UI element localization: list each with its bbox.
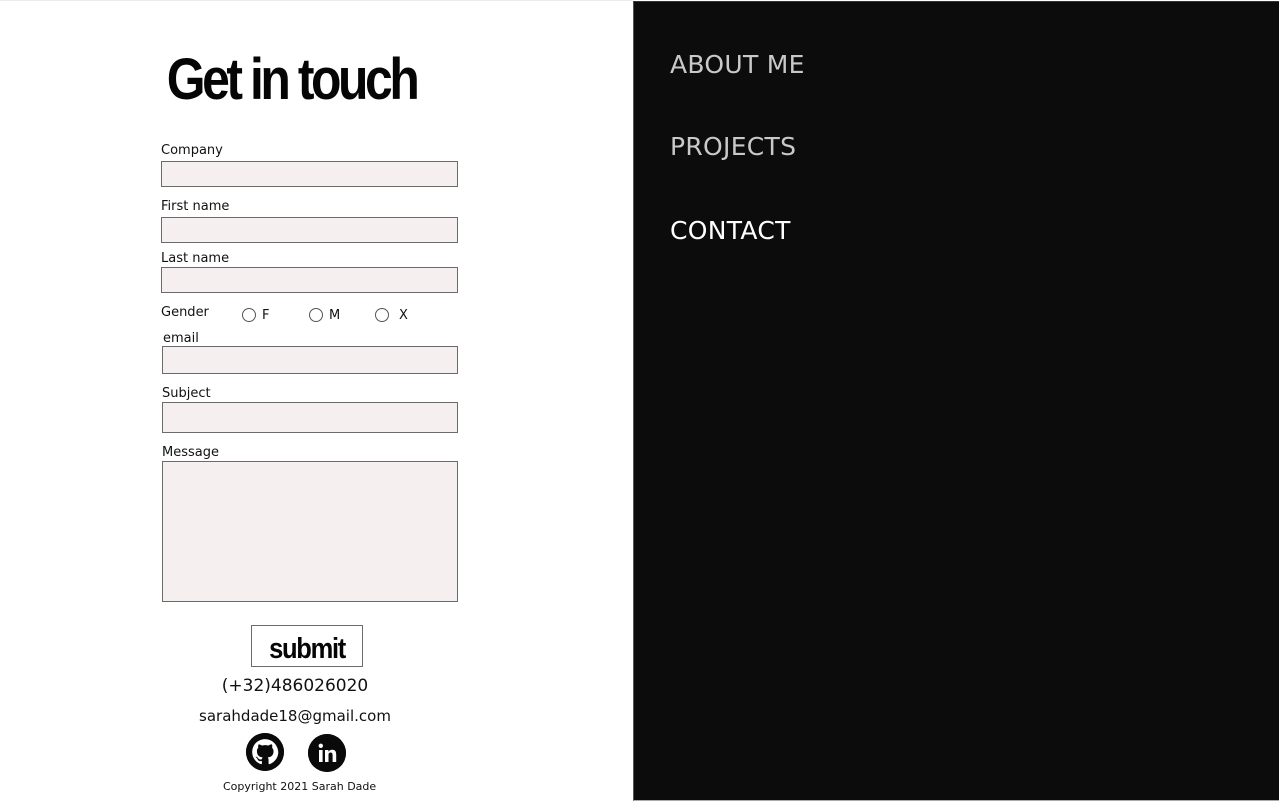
gender-radio-m[interactable] <box>309 308 323 322</box>
gender-option-f-label: F <box>262 308 270 323</box>
company-label: Company <box>161 143 223 158</box>
last-name-label: Last name <box>161 251 230 266</box>
message-label: Message <box>162 445 219 460</box>
copyright-text: Copyright 2021 Sarah Dade <box>223 780 377 793</box>
submit-button[interactable]: submit <box>251 625 363 667</box>
email-input[interactable] <box>162 346 458 374</box>
submit-button-label: submit <box>269 632 346 665</box>
navigation-panel <box>633 1 1279 801</box>
last-name-input[interactable] <box>161 267 458 293</box>
phone-number: (+32)486026020 <box>221 676 369 696</box>
page-title: Get in touch <box>166 47 420 112</box>
email-address: sarahdade18@gmail.com <box>199 707 391 725</box>
first-name-label: First name <box>161 199 230 214</box>
gender-label: Gender <box>161 305 209 320</box>
nav-item-about-me[interactable]: ABOUT ME <box>670 50 805 79</box>
gender-radio-x[interactable] <box>375 308 389 322</box>
github-icon[interactable] <box>246 733 284 771</box>
subject-label: Subject <box>162 386 211 401</box>
gender-option-x-label: X <box>399 308 408 323</box>
first-name-input[interactable] <box>161 217 458 243</box>
nav-item-projects[interactable]: PROJECTS <box>670 132 796 161</box>
subject-input[interactable] <box>162 402 458 433</box>
company-input[interactable] <box>161 161 458 187</box>
message-textarea[interactable] <box>162 461 458 602</box>
gender-option-m-label: M <box>329 308 341 323</box>
linkedin-icon[interactable] <box>308 734 346 772</box>
github-logo <box>246 733 284 771</box>
gender-radio-f[interactable] <box>242 308 256 322</box>
linkedin-logo <box>308 734 346 772</box>
nav-item-contact[interactable]: CONTACT <box>670 216 791 245</box>
email-label: email <box>163 331 199 346</box>
